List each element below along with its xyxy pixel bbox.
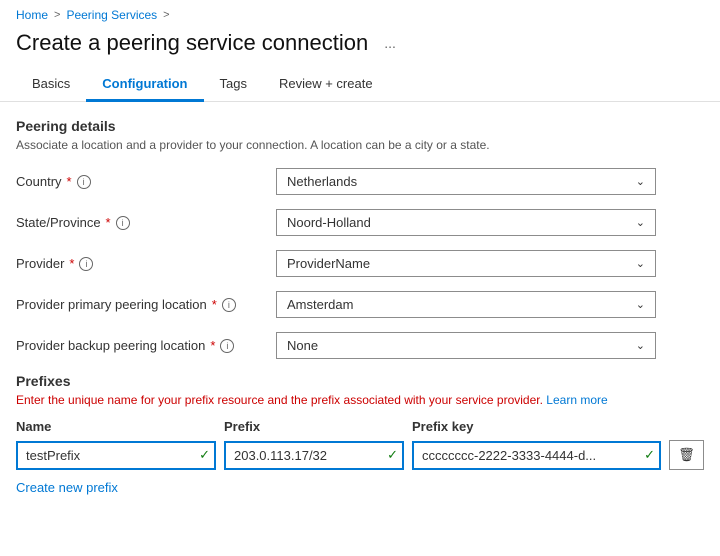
backup-location-info-icon[interactable]: i <box>220 339 234 353</box>
ellipsis-button[interactable]: ... <box>378 33 402 53</box>
prefix-table-header: Name Prefix Prefix key <box>16 419 704 434</box>
state-value: Noord-Holland <box>287 215 371 230</box>
breadcrumb-home[interactable]: Home <box>16 8 48 22</box>
state-row: State/Province * i Noord-Holland ⌄ <box>16 209 704 236</box>
prefixes-section: Prefixes Enter the unique name for your … <box>16 373 704 495</box>
country-value: Netherlands <box>287 174 357 189</box>
state-label: State/Province * i <box>16 215 276 230</box>
content-area: Peering details Associate a location and… <box>0 102 720 511</box>
trash-icon: 🗑 <box>678 447 695 463</box>
delete-prefix-button[interactable]: 🗑 <box>669 440 704 470</box>
provider-dropdown-btn[interactable]: ProviderName ⌄ <box>276 250 656 277</box>
country-dropdown-arrow: ⌄ <box>636 175 645 188</box>
backup-location-dropdown[interactable]: None ⌄ <box>276 332 656 359</box>
provider-row: Provider * i ProviderName ⌄ <box>16 250 704 277</box>
prefix-value-input[interactable] <box>224 441 404 470</box>
state-info-icon[interactable]: i <box>116 216 130 230</box>
country-row: Country * i Netherlands ⌄ <box>16 168 704 195</box>
page-title: Create a peering service connection <box>16 30 368 56</box>
primary-location-required: * <box>212 297 217 312</box>
col-key-header: Prefix key <box>412 419 704 434</box>
country-label: Country * i <box>16 174 276 189</box>
backup-location-dropdown-btn[interactable]: None ⌄ <box>276 332 656 359</box>
prefixes-desc: Enter the unique name for your prefix re… <box>16 393 704 407</box>
primary-location-dropdown-btn[interactable]: Amsterdam ⌄ <box>276 291 656 318</box>
country-dropdown[interactable]: Netherlands ⌄ <box>276 168 656 195</box>
tabs-container: Basics Configuration Tags Review + creat… <box>0 68 720 102</box>
prefixes-title: Prefixes <box>16 373 704 389</box>
state-dropdown[interactable]: Noord-Holland ⌄ <box>276 209 656 236</box>
backup-location-value: None <box>287 338 318 353</box>
provider-dropdown[interactable]: ProviderName ⌄ <box>276 250 656 277</box>
prefix-value-check-icon: ✓ <box>387 447 398 463</box>
prefix-row: ✓ ✓ ✓ 🗑 <box>16 440 704 470</box>
backup-location-row: Provider backup peering location * i Non… <box>16 332 704 359</box>
tab-review-create[interactable]: Review + create <box>263 68 389 102</box>
country-info-icon[interactable]: i <box>77 175 91 189</box>
state-required: * <box>106 215 111 230</box>
prefix-key-check-icon: ✓ <box>644 447 655 463</box>
prefix-value-wrapper: ✓ <box>224 441 404 470</box>
col-prefix-header: Prefix <box>224 419 404 434</box>
tab-configuration[interactable]: Configuration <box>86 68 203 102</box>
page-header: Create a peering service connection ... <box>0 26 720 68</box>
peering-details-title: Peering details <box>16 118 704 134</box>
primary-location-dropdown-arrow: ⌄ <box>636 298 645 311</box>
tab-tags[interactable]: Tags <box>204 68 263 102</box>
learn-more-link[interactable]: Learn more <box>546 393 607 407</box>
country-required: * <box>67 174 72 189</box>
provider-value: ProviderName <box>287 256 370 271</box>
breadcrumb: Home > Peering Services > <box>0 0 720 26</box>
prefix-key-input[interactable] <box>412 441 661 470</box>
backup-location-label: Provider backup peering location * i <box>16 338 276 353</box>
primary-location-dropdown[interactable]: Amsterdam ⌄ <box>276 291 656 318</box>
provider-dropdown-arrow: ⌄ <box>636 257 645 270</box>
provider-info-icon[interactable]: i <box>79 257 93 271</box>
breadcrumb-peering-services[interactable]: Peering Services <box>66 8 157 22</box>
tab-basics[interactable]: Basics <box>16 68 86 102</box>
provider-required: * <box>69 256 74 271</box>
state-dropdown-btn[interactable]: Noord-Holland ⌄ <box>276 209 656 236</box>
primary-location-info-icon[interactable]: i <box>222 298 236 312</box>
prefix-name-check-icon: ✓ <box>199 447 210 463</box>
breadcrumb-sep1: > <box>54 9 60 21</box>
country-dropdown-btn[interactable]: Netherlands ⌄ <box>276 168 656 195</box>
primary-location-value: Amsterdam <box>287 297 353 312</box>
prefix-key-wrapper: ✓ <box>412 441 661 470</box>
state-dropdown-arrow: ⌄ <box>636 216 645 229</box>
prefix-name-input[interactable] <box>16 441 216 470</box>
peering-details-desc: Associate a location and a provider to y… <box>16 138 704 152</box>
primary-location-row: Provider primary peering location * i Am… <box>16 291 704 318</box>
col-name-header: Name <box>16 419 216 434</box>
primary-location-label: Provider primary peering location * i <box>16 297 276 312</box>
backup-location-required: * <box>210 338 215 353</box>
prefix-name-wrapper: ✓ <box>16 441 216 470</box>
breadcrumb-sep2: > <box>163 9 169 21</box>
provider-label: Provider * i <box>16 256 276 271</box>
backup-location-dropdown-arrow: ⌄ <box>636 339 645 352</box>
create-new-prefix-link[interactable]: Create new prefix <box>16 480 118 495</box>
